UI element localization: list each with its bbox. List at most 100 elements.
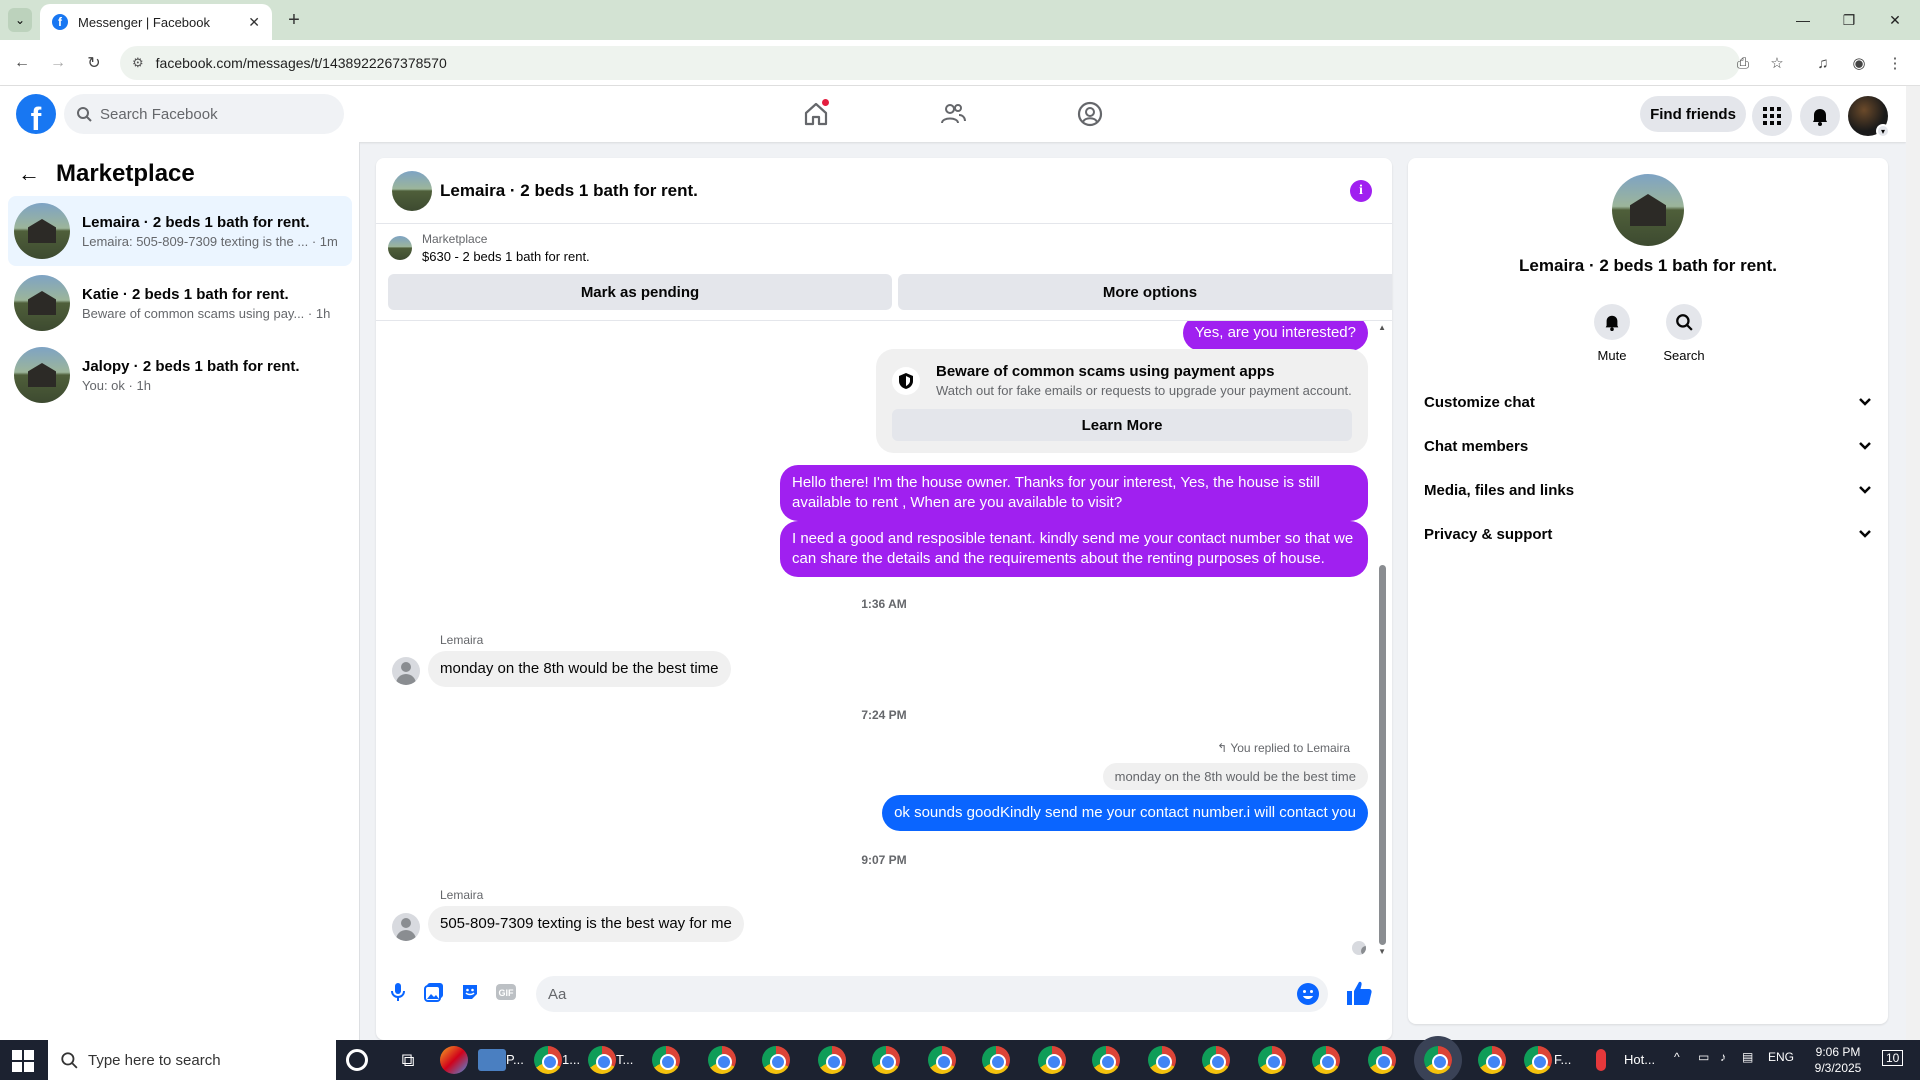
thermometer-icon[interactable] (1596, 1049, 1606, 1071)
home-nav-button[interactable] (760, 86, 872, 142)
message-bubble-out[interactable]: Yes, are you interested? (1182, 321, 1368, 351)
chrome-icon[interactable] (652, 1046, 680, 1074)
mute-button[interactable]: Mute (1576, 304, 1648, 363)
message-bubble-in[interactable]: monday on the 8th would be the best time (428, 651, 731, 687)
conversation-item[interactable]: Lemaira · 2 beds 1 bath for rent. Lemair… (8, 196, 352, 266)
close-tab-icon[interactable]: ✕ (248, 14, 260, 31)
camera-icon[interactable]: ▭ (1698, 1050, 1709, 1064)
back-arrow-icon[interactable]: ← (18, 161, 40, 187)
clock[interactable]: 9:06 PM 9/3/2025 (1802, 1044, 1874, 1076)
chrome-icon[interactable] (534, 1046, 562, 1074)
close-window-button[interactable]: ✕ (1872, 0, 1918, 40)
forward-button[interactable]: → (44, 49, 72, 77)
microphone-icon[interactable] (386, 980, 410, 1004)
conversation-item[interactable]: Katie · 2 beds 1 bath for rent. Beware o… (8, 268, 352, 338)
listing-summary[interactable]: Marketplace $630 - 2 beds 1 bath for ren… (388, 232, 590, 264)
find-friends-button[interactable]: Find friends (1640, 96, 1746, 132)
chrome-icon[interactable] (762, 1046, 790, 1074)
chrome-icon[interactable] (1312, 1046, 1340, 1074)
taskbar-search-input[interactable]: Type here to search (48, 1040, 336, 1080)
install-app-icon[interactable]: ⎙ (1732, 52, 1754, 74)
chrome-icon[interactable] (708, 1046, 736, 1074)
chrome-icon[interactable] (818, 1046, 846, 1074)
gif-icon[interactable]: GIF (494, 980, 518, 1004)
sender-avatar[interactable] (392, 657, 420, 685)
bookmark-star-icon[interactable]: ☆ (1766, 52, 1788, 74)
chrome-icon[interactable] (1038, 1046, 1066, 1074)
reload-button[interactable]: ↻ (80, 49, 108, 77)
message-bubble-in[interactable]: 505-809-7309 texting is the best way for… (428, 906, 744, 942)
account-avatar[interactable]: ▾ (1848, 96, 1890, 138)
chrome-icon[interactable] (1148, 1046, 1176, 1074)
customize-chat-row[interactable]: Customize chat (1424, 380, 1872, 424)
scroll-up-arrow[interactable]: ▲ (1378, 323, 1386, 332)
emoji-icon[interactable] (1296, 982, 1320, 1006)
minimize-button[interactable]: — (1780, 0, 1826, 40)
message-bubble-out[interactable]: I need a good and resposible tenant. kin… (780, 521, 1368, 577)
notification-center-icon[interactable]: 10 (1882, 1050, 1904, 1066)
privacy-support-row[interactable]: Privacy & support (1424, 512, 1872, 556)
chrome-icon[interactable] (1478, 1046, 1506, 1074)
language-indicator[interactable]: ENG (1768, 1050, 1794, 1064)
facebook-logo[interactable]: f (16, 94, 56, 134)
chat-header: Lemaira · 2 beds 1 bath for rent. i (376, 158, 1392, 224)
chrome-icon[interactable] (1258, 1046, 1286, 1074)
maximize-button[interactable]: ❐ (1826, 0, 1872, 40)
paint-app-icon[interactable] (440, 1046, 468, 1074)
page-scrollbar[interactable] (1906, 86, 1920, 1040)
sticker-icon[interactable] (458, 980, 482, 1004)
chrome-icon[interactable] (588, 1046, 616, 1074)
warning-title: Beware of common scams using payment app… (936, 363, 1275, 380)
search-conversation-button[interactable]: Search (1648, 304, 1720, 363)
message-scrollbar[interactable] (1379, 565, 1386, 945)
new-tab-button[interactable]: + (282, 8, 306, 32)
chrome-icon[interactable] (1524, 1046, 1552, 1074)
chrome-icon[interactable] (872, 1046, 900, 1074)
browser-menu-icon[interactable]: ⋮ (1884, 52, 1906, 74)
learn-more-button[interactable]: Learn More (892, 409, 1352, 441)
mark-as-pending-button[interactable]: Mark as pending (388, 274, 892, 310)
friends-nav-button[interactable] (897, 86, 1009, 142)
quoted-message[interactable]: monday on the 8th would be the best time (1102, 763, 1368, 790)
chrome-icon[interactable] (1202, 1046, 1230, 1074)
site-info-icon[interactable]: ⚙ (132, 55, 144, 71)
notifications-button[interactable] (1800, 96, 1840, 136)
back-button[interactable]: ← (8, 49, 36, 77)
chrome-icon[interactable] (982, 1046, 1010, 1074)
media-control-icon[interactable]: ♫ (1812, 52, 1834, 74)
message-list[interactable]: Yes, are you interested? Beware of commo… (376, 320, 1392, 960)
chat-avatar[interactable] (392, 170, 432, 211)
volume-icon[interactable]: ♪ (1720, 1050, 1726, 1064)
scroll-down-arrow[interactable]: ▼ (1378, 947, 1386, 956)
chrome-icon-active[interactable] (1424, 1046, 1452, 1074)
chrome-icon[interactable] (928, 1046, 956, 1074)
tray-chevron-icon[interactable]: ^ (1674, 1050, 1680, 1064)
photo-icon[interactable] (422, 980, 446, 1004)
browser-tab[interactable]: f Messenger | Facebook ✕ (40, 4, 272, 40)
url-bar[interactable]: ⚙ facebook.com/messages/t/14389222673785… (120, 46, 1740, 80)
chrome-icon[interactable] (1368, 1046, 1396, 1074)
cortana-icon[interactable] (346, 1049, 368, 1071)
groups-nav-button[interactable] (1034, 86, 1146, 142)
info-icon[interactable]: i (1350, 180, 1372, 202)
media-files-links-row[interactable]: Media, files and links (1424, 468, 1872, 512)
listing-thumbnail-large[interactable] (1612, 174, 1684, 246)
more-options-button[interactable]: More options (898, 274, 1392, 310)
message-bubble-out[interactable]: Hello there! I'm the house owner. Thanks… (780, 465, 1368, 521)
chat-title[interactable]: Lemaira · 2 beds 1 bath for rent. (440, 181, 698, 201)
file-app-icon[interactable] (478, 1049, 506, 1071)
message-input[interactable]: Aa (536, 976, 1328, 1012)
task-view-icon[interactable]: ⧉ (394, 1046, 422, 1074)
chrome-icon[interactable] (1092, 1046, 1120, 1074)
conversation-item[interactable]: Jalopy · 2 beds 1 bath for rent. You: ok… (8, 340, 352, 410)
menu-grid-button[interactable] (1752, 96, 1792, 136)
network-icon[interactable]: ▤ (1742, 1050, 1753, 1064)
windows-start-icon[interactable] (12, 1050, 34, 1072)
sender-avatar[interactable] (392, 913, 420, 941)
chat-members-row[interactable]: Chat members (1424, 424, 1872, 468)
tab-search-button[interactable]: ⌄ (8, 8, 32, 32)
profile-icon[interactable]: ◉ (1848, 52, 1870, 74)
message-bubble-out[interactable]: ok sounds goodKindly send me your contac… (882, 795, 1368, 831)
facebook-search-input[interactable]: Search Facebook (64, 94, 344, 134)
thumbs-up-icon[interactable] (1344, 978, 1374, 1008)
